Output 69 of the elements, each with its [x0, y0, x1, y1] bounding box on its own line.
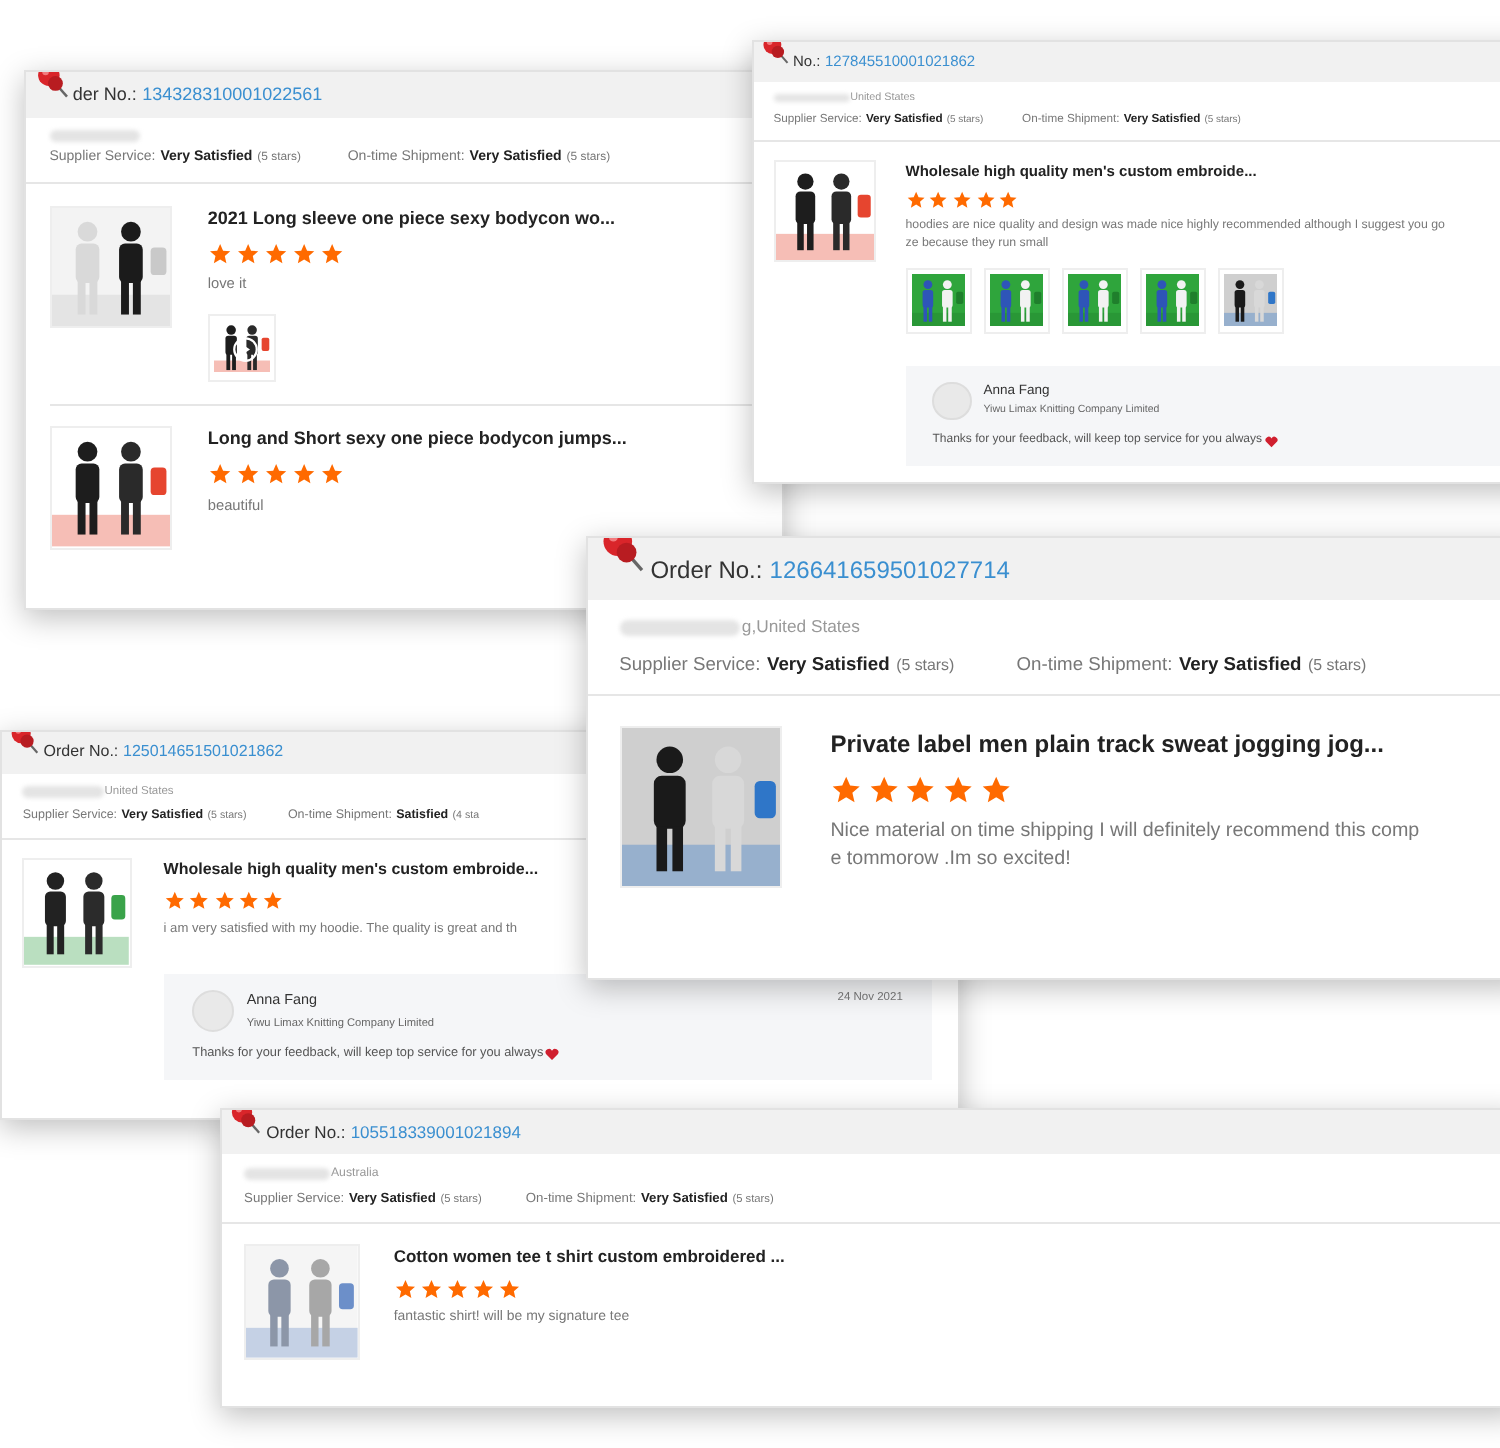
review-photo[interactable]: [1061, 267, 1128, 334]
blurred-name-icon: [244, 1168, 330, 1180]
order-label: der No.:: [72, 81, 137, 108]
star-icon: [472, 1277, 496, 1301]
avatar-icon: [192, 990, 234, 1032]
product-title[interactable]: Long and Short sexy one piece bodycon jumps...: [207, 426, 627, 454]
star-icon: [446, 1277, 470, 1301]
star-icon: [998, 190, 1019, 211]
heart-icon: [544, 1046, 561, 1063]
star-icon: [291, 462, 316, 488]
video-thumbnail[interactable]: [207, 313, 277, 382]
star-icon: [291, 241, 316, 266]
play-icon: [231, 335, 259, 363]
star-icon: [952, 190, 973, 211]
star-icon: [235, 462, 260, 488]
star-icon: [979, 773, 1012, 806]
product-thumbnail[interactable]: [22, 858, 132, 968]
supplier-label: Supplier Service:: [619, 652, 761, 678]
blurred-name-icon: [619, 619, 741, 636]
star-icon: [319, 462, 344, 488]
buyer-location: g,United States: [741, 614, 860, 641]
product-thumbnail[interactable]: [49, 426, 172, 550]
shipment-label: On-time Shipment:: [1016, 652, 1173, 678]
star-icon: [867, 773, 900, 806]
star-icon: [393, 1277, 417, 1301]
review-text: Nice material on time shipping I will definitely recommend this comp e tommorow .Im so excited!: [830, 818, 1420, 874]
avatar-icon: [932, 381, 972, 421]
review-photo[interactable]: [1217, 267, 1284, 334]
product-thumbnail[interactable]: [244, 1243, 360, 1360]
star-icon: [207, 241, 233, 266]
star-icon: [928, 190, 949, 211]
blurred-name-icon: [773, 93, 850, 103]
star-icon: [263, 462, 288, 488]
blurred-name-icon: [22, 786, 104, 797]
star-icon: [905, 190, 926, 211]
review-photo[interactable]: [983, 267, 1050, 334]
star-icon: [235, 241, 260, 266]
order-label: Order No.:: [650, 553, 763, 588]
star-icon: [262, 890, 285, 913]
star-icon: [319, 241, 344, 266]
heart-icon: [1263, 433, 1279, 449]
product-thumbnail[interactable]: [773, 160, 876, 263]
shipment-rating: Very Satisfied: [1178, 652, 1302, 678]
product-title[interactable]: 2021 Long sleeve one piece sexy bodycon wo...: [207, 205, 615, 233]
star-icon: [163, 890, 186, 913]
star-icon: [830, 773, 863, 806]
star-icon: [263, 241, 288, 266]
review-photo[interactable]: [905, 267, 972, 334]
supplier-rating: Very Satisfied: [767, 652, 890, 678]
star-icon: [420, 1277, 443, 1301]
product-title[interactable]: Wholesale high quality men's custom embroide...: [163, 858, 539, 883]
blurred-name-icon: [49, 129, 141, 142]
star-icon: [975, 190, 996, 211]
order-label: Order No.:: [43, 740, 119, 765]
star-icon: [213, 890, 235, 913]
order-label: Order No.:: [266, 1119, 346, 1145]
pushpin-icon: [33, 72, 73, 101]
star-icon: [498, 1277, 522, 1301]
product-thumbnail[interactable]: [49, 205, 172, 328]
product-title[interactable]: Cotton women tee t shirt custom embroidered ...: [393, 1243, 785, 1269]
star-icon: [237, 890, 260, 913]
pushpin-icon: [760, 42, 793, 66]
star-icon: [941, 773, 975, 806]
pushpin-icon: [8, 732, 44, 758]
star-icon: [904, 773, 938, 806]
star-icon: [207, 462, 233, 488]
product-title[interactable]: Private label men plain track sweat jogging jog...: [830, 725, 1384, 762]
star-icon: [188, 890, 210, 913]
review-photo[interactable]: [1139, 267, 1206, 334]
